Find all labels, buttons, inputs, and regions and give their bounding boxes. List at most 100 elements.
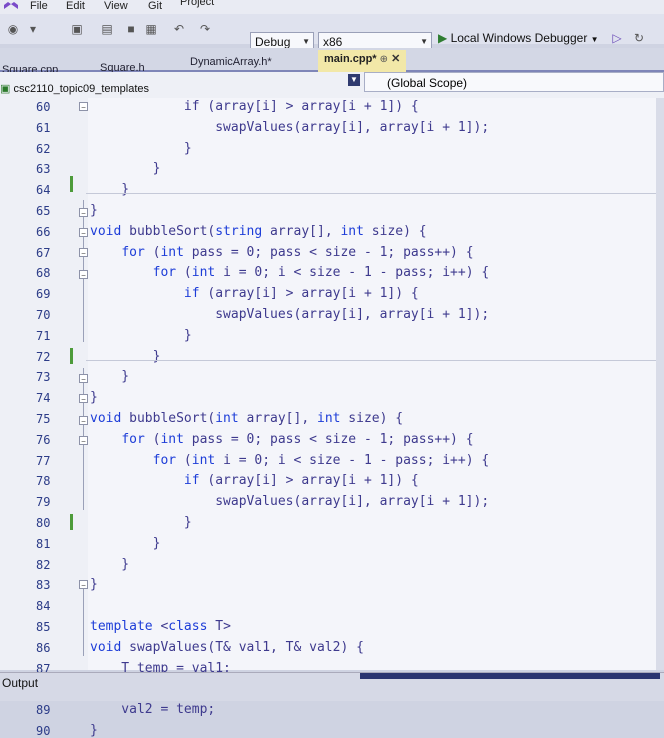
collapse-icon[interactable]: − [79,248,88,258]
back-icon[interactable]: ◉ [6,22,20,36]
collapse-icon[interactable]: − [79,228,88,238]
code-line[interactable]: } [90,203,98,218]
line-number: 61 [36,120,51,135]
save-all-icon[interactable]: ▦ [144,22,158,36]
code-text: } [90,203,98,218]
code-keyword: for [121,244,145,260]
collapse-icon[interactable]: − [79,374,88,384]
code-line[interactable]: } [90,515,192,530]
tab-dynamicarray-h[interactable]: DynamicArray.h* [190,56,272,68]
redo-icon[interactable]: ↷ [198,22,212,36]
code-line[interactable]: } [90,328,192,343]
code-line[interactable]: if (array[i] > array[i + 1]) { [90,99,419,114]
project-dropdown[interactable]: ▣ csc2110_topic09_templates [0,82,149,95]
code-line[interactable]: } [90,161,161,176]
code-line[interactable]: swapValues(array[i], array[i + 1]); [90,307,489,322]
code-line[interactable]: swapValues(array[i], array[i + 1]); [90,120,489,135]
vertical-scrollbar[interactable] [656,98,664,670]
close-icon[interactable]: ✕ [391,53,400,65]
code-line[interactable]: template <class T> [90,619,231,634]
code-text: ( [176,265,192,281]
collapse-icon[interactable]: − [79,102,88,112]
open-folder-icon[interactable]: ▤ [100,22,114,36]
code-text: size) { [363,223,427,239]
output-panel: Output [0,672,664,701]
save-icon[interactable]: ■ [124,22,138,36]
code-keyword: for [152,265,177,281]
code-text: size) { [340,411,404,426]
code-line[interactable]: for (int pass = 0; pass < size - 1; pass… [90,244,473,260]
collapse-icon[interactable]: − [79,416,88,426]
code-line[interactable]: } [90,349,161,364]
code-line[interactable]: void bubbleSort(string array[], int size… [90,224,427,239]
code-keyword: int [160,244,184,260]
code-line[interactable]: if (array[i] > array[i + 1]) { [90,286,419,301]
code-text: } [90,515,192,530]
refresh-icon[interactable]: ↻ [632,31,646,45]
line-number: 72 [36,349,51,364]
menu-edit[interactable]: Edit [66,0,85,12]
collapse-icon[interactable]: − [79,394,88,404]
line-number: 80 [36,516,51,530]
code-editor[interactable]: 60 if (array[i] > array[i + 1]) {61 swap… [0,98,656,738]
code-line[interactable]: } [90,369,129,384]
collapse-icon[interactable]: − [79,580,88,590]
code-keyword: for [121,431,145,447]
play-icon: ▶ [438,31,448,45]
project-icon: ▣ [0,83,11,95]
code-line[interactable]: } [90,141,192,156]
code-line[interactable]: } [90,390,98,405]
code-text: } [90,369,130,385]
output-panel-title[interactable]: Output [2,676,38,690]
code-line[interactable]: void bubbleSort(int array[], int size) { [90,411,403,426]
start-debugging-button[interactable]: ▶ Local Windows Debugger ▼ [438,31,599,45]
menu-project[interactable]: Project [180,0,214,8]
new-project-icon[interactable]: ▣ [70,22,84,36]
code-line[interactable]: void swapValues(T& val1, T& val2) { [90,640,364,655]
menu-bar: File Edit View Git Project [0,0,664,14]
code-line[interactable]: swapValues(array[i], array[i + 1]); [90,494,489,509]
undo-icon[interactable]: ↶ [172,22,186,36]
code-text: pass = 0; pass < size - 1; pass++) { [183,431,474,447]
line-number: 74 [36,391,51,406]
line-number: 69 [36,287,51,302]
collapse-icon[interactable]: − [79,436,88,446]
code-line[interactable]: } [90,577,98,592]
code-line[interactable]: } [90,723,98,738]
line-number: 81 [36,536,51,551]
pin-icon[interactable]: ⊕ [380,54,388,65]
line-number: 73 [36,370,51,385]
menu-git[interactable]: Git [148,0,162,12]
code-line[interactable]: for (int pass = 0; pass < size - 1; pass… [90,431,474,447]
code-line[interactable]: } [90,557,129,572]
code-line[interactable]: } [90,182,129,197]
line-number: 84 [36,599,51,614]
menu-view[interactable]: View [104,0,128,12]
chevron-down-icon[interactable]: ▼ [348,74,360,86]
code-line[interactable]: } [90,536,161,551]
code-keyword: int [340,223,364,239]
change-indicator [70,176,73,192]
menu-file[interactable]: File [30,0,48,12]
line-number: 66 [36,224,51,239]
forward-icon[interactable]: ▾ [26,22,40,36]
line-number: 89 [36,703,51,718]
start-without-debugging-icon[interactable]: ▷ [610,31,624,45]
code-keyword: int [215,411,239,426]
line-number: 79 [36,495,51,510]
code-line[interactable]: if (array[i] > array[i + 1]) { [90,473,419,488]
collapse-icon[interactable]: − [79,208,88,218]
toolbar: ◉ ▾ ▣ ▤ ■ ▦ ↶ ↷ Debug ▼ x86 ▼ ▶ Local Wi… [0,14,664,50]
code-line[interactable]: for (int i = 0; i < size - 1 - pass; i++… [90,453,490,468]
code-text: swapValues(array[i], array[i + 1]); [90,307,490,322]
collapse-icon[interactable]: − [79,270,88,280]
code-text: ( [144,431,161,447]
scope-dropdown[interactable]: (Global Scope) [364,72,664,92]
tab-main-cpp[interactable]: main.cpp* ⊕ ✕ [318,50,407,72]
code-line[interactable]: val2 = temp; [90,702,215,717]
code-text: swapValues(array[i], array[i + 1]); [90,494,490,510]
code-line[interactable]: for (int i = 0; i < size - 1 - pass; i++… [90,265,490,281]
